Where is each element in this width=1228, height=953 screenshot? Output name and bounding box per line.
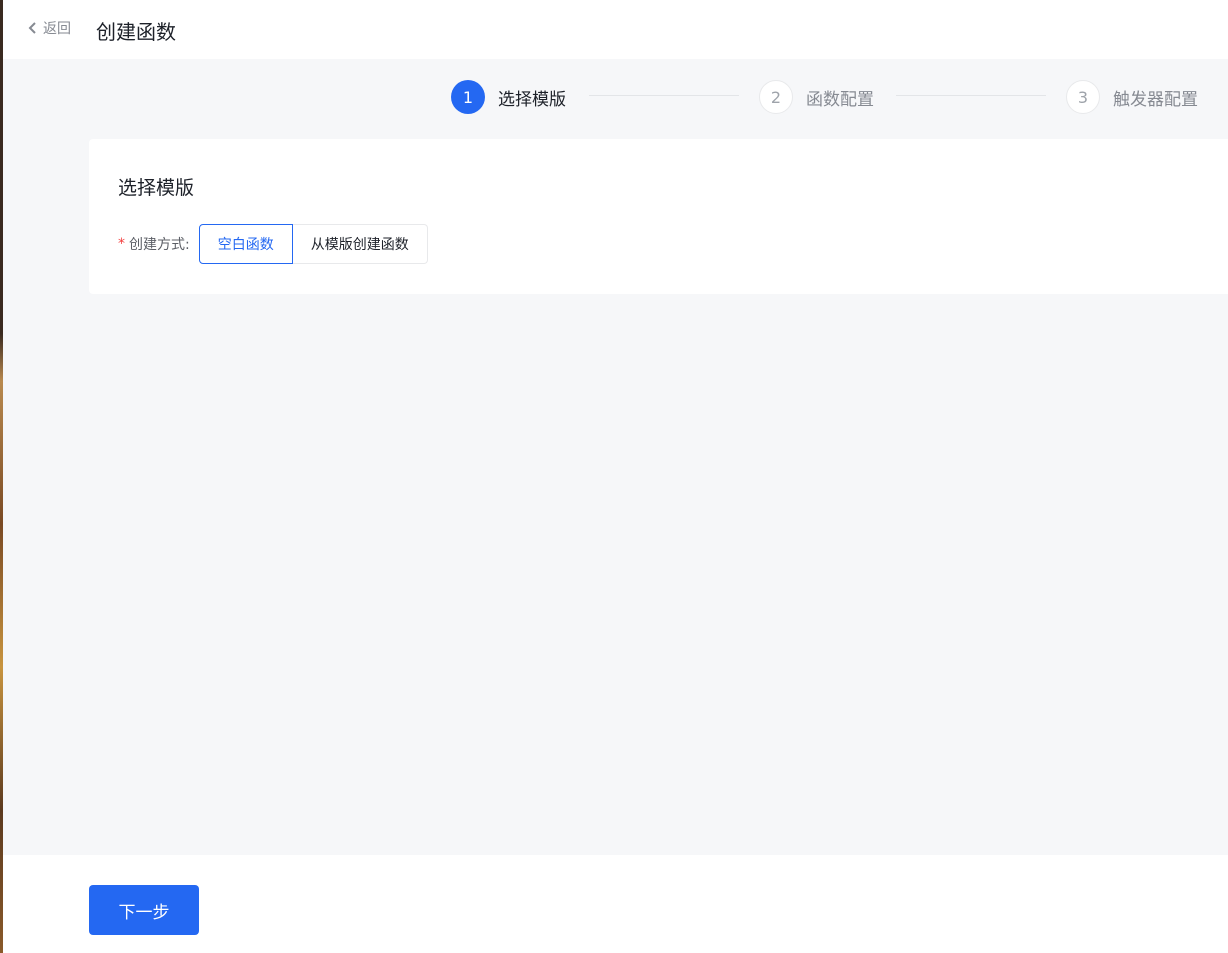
back-link[interactable]: 返回 xyxy=(27,18,71,38)
step-connector xyxy=(589,95,739,96)
step-trigger-config[interactable]: 3 触发器配置 xyxy=(1066,80,1198,114)
required-mark: * xyxy=(118,236,125,252)
card-title: 选择模版 xyxy=(118,177,195,199)
page-footer: 下一步 xyxy=(3,855,1228,953)
step-number: 1 xyxy=(451,80,485,114)
step-select-template[interactable]: 1 选择模版 xyxy=(451,80,566,114)
chevron-left-icon xyxy=(28,22,36,34)
step-label: 函数配置 xyxy=(806,89,874,110)
step-number: 2 xyxy=(759,80,793,114)
page-header: 返回 创建函数 xyxy=(3,0,1228,59)
create-method-row: * 创建方式: 空白函数 从模版创建函数 xyxy=(118,224,428,264)
step-number: 3 xyxy=(1066,80,1100,114)
create-method-radio-group: 空白函数 从模版创建函数 xyxy=(198,224,428,264)
steps-bar: 1 选择模版 2 函数配置 3 触发器配置 xyxy=(3,80,1228,114)
template-card: 选择模版 * 创建方式: 空白函数 从模版创建函数 xyxy=(89,139,1228,294)
step-connector xyxy=(896,95,1046,96)
create-method-label: 创建方式: xyxy=(129,237,190,253)
main-content: 1 选择模版 2 函数配置 3 触发器配置 选择模版 * 创建方式: 空白函数 … xyxy=(3,59,1228,855)
step-label: 选择模版 xyxy=(498,89,566,110)
page-title: 创建函数 xyxy=(96,20,176,44)
back-label: 返回 xyxy=(43,21,71,37)
from-template-option[interactable]: 从模版创建函数 xyxy=(292,224,428,264)
step-label: 触发器配置 xyxy=(1113,89,1198,110)
next-step-button[interactable]: 下一步 xyxy=(89,885,199,935)
step-function-config[interactable]: 2 函数配置 xyxy=(759,80,874,114)
blank-function-option[interactable]: 空白函数 xyxy=(198,224,293,264)
